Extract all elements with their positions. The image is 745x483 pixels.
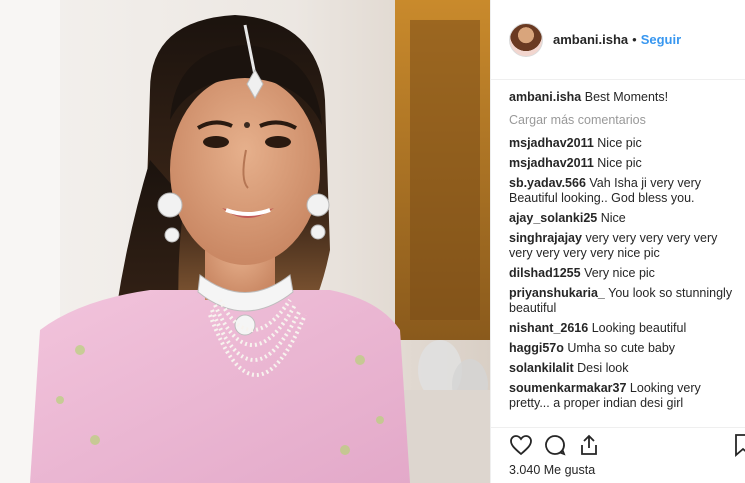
comment-username[interactable]: nishant_2616 bbox=[509, 321, 588, 335]
comment-username[interactable]: priyanshukaria_ bbox=[509, 286, 605, 300]
comment-text: Very nice pic bbox=[584, 266, 655, 280]
post-caption: ambani.isha Best Moments! bbox=[509, 90, 741, 105]
comment-username[interactable]: msjadhav2011 bbox=[509, 136, 594, 150]
comment-text: Desi look bbox=[577, 361, 629, 375]
comment-item: sb.yadav.566 Vah Isha ji very very Beaut… bbox=[509, 176, 741, 206]
separator-dot: • bbox=[632, 32, 637, 47]
share-icon[interactable] bbox=[577, 433, 601, 457]
comment-username[interactable]: soumenkarmakar37 bbox=[509, 381, 626, 395]
comment-item: soumenkarmakar37 Looking very pretty... … bbox=[509, 381, 741, 411]
comment-item: solankilalit Desi look bbox=[509, 361, 741, 376]
comment-username[interactable]: sb.yadav.566 bbox=[509, 176, 586, 190]
likes-count[interactable]: 3.040 Me gusta bbox=[509, 463, 595, 477]
post-actions-bar: 3.040 Me gusta bbox=[491, 427, 745, 483]
comment-username[interactable]: solankilalit bbox=[509, 361, 574, 375]
comment-text: Umha so cute baby bbox=[567, 341, 676, 355]
header-username[interactable]: ambani.isha bbox=[553, 32, 628, 47]
comment-item: singhrajajay very very very very very ve… bbox=[509, 231, 741, 261]
heart-icon[interactable] bbox=[509, 433, 533, 457]
post-header: ambani.isha • Seguir bbox=[491, 0, 745, 80]
comment-item: ajay_solanki25 Nice bbox=[509, 211, 741, 226]
comments-list[interactable]: ambani.isha Best Moments! Cargar más com… bbox=[509, 86, 741, 426]
comment-text: Nice bbox=[600, 211, 626, 225]
follow-button[interactable]: Seguir bbox=[641, 32, 681, 47]
comment-username[interactable]: ajay_solanki25 bbox=[509, 211, 597, 225]
comment-username[interactable]: dilshad1255 bbox=[509, 266, 581, 280]
bookmark-icon[interactable] bbox=[731, 433, 745, 457]
load-more-comments-link[interactable]: Cargar más comentarios bbox=[509, 113, 741, 128]
comment-item: dilshad1255 Very nice pic bbox=[509, 266, 741, 281]
post-photo[interactable] bbox=[0, 0, 490, 483]
comment-text: Nice pic bbox=[597, 156, 642, 170]
avatar[interactable] bbox=[509, 22, 543, 57]
comment-item: nishant_2616 Looking beautiful bbox=[509, 321, 741, 336]
comment-text: Looking beautiful bbox=[591, 321, 687, 335]
caption-username[interactable]: ambani.isha bbox=[509, 90, 581, 104]
comment-username[interactable]: singhrajajay bbox=[509, 231, 582, 245]
comment-item: haggi57o Umha so cute baby bbox=[509, 341, 741, 356]
comment-item: priyanshukaria_ You look so stunningly b… bbox=[509, 286, 741, 316]
comment-icon[interactable] bbox=[543, 433, 567, 457]
portrait-illustration bbox=[0, 0, 490, 483]
post-side-panel: ambani.isha • Seguir ambani.isha Best Mo… bbox=[490, 0, 745, 483]
comment-item: msjadhav2011 Nice pic bbox=[509, 136, 741, 151]
comment-item: msjadhav2011 Nice pic bbox=[509, 156, 741, 171]
comment-text: Nice pic bbox=[597, 136, 642, 150]
caption-text: Best Moments! bbox=[584, 90, 669, 104]
comment-username[interactable]: haggi57o bbox=[509, 341, 564, 355]
comment-username[interactable]: msjadhav2011 bbox=[509, 156, 594, 170]
